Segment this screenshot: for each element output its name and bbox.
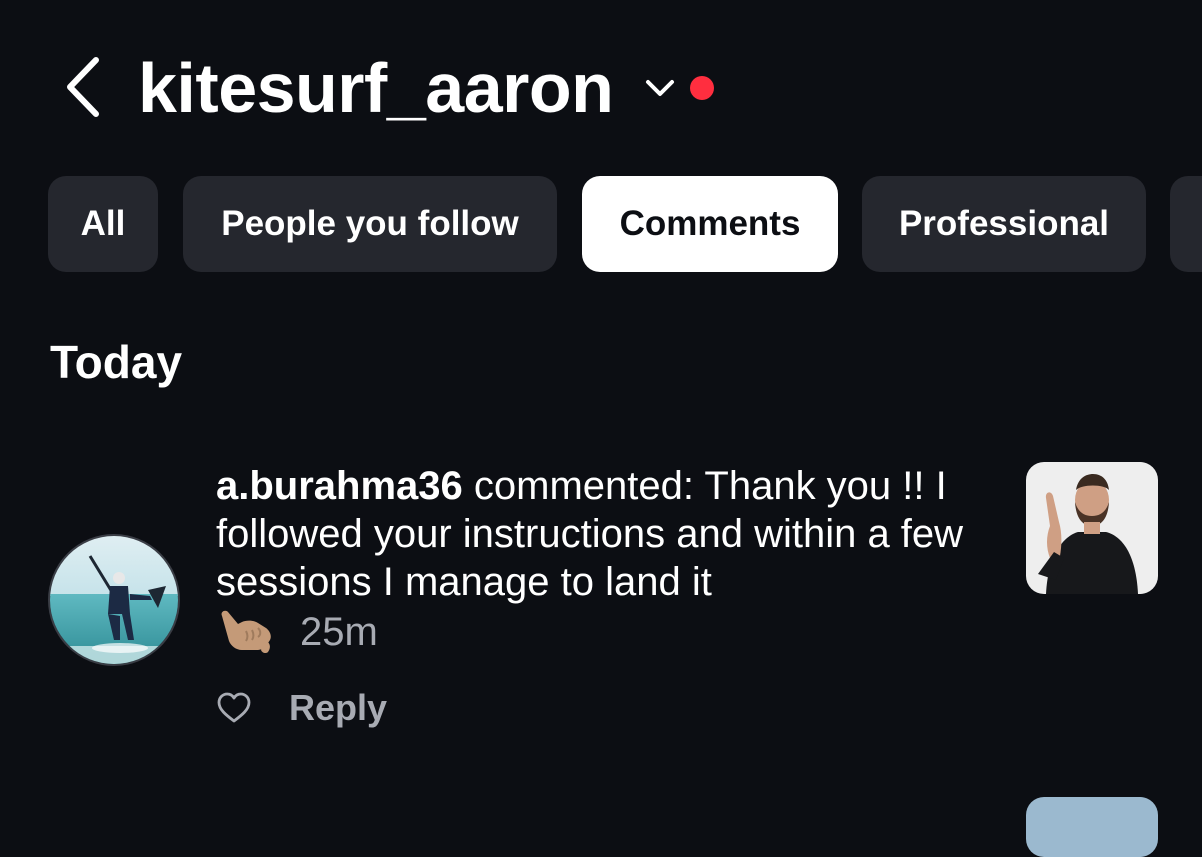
reply-button[interactable]: Reply <box>289 686 387 730</box>
chip-all[interactable]: All <box>48 176 158 272</box>
chip-professional[interactable]: Professional <box>862 176 1146 272</box>
section-title-today: Today <box>50 336 183 388</box>
header: kitesurf_aaron <box>0 0 1202 170</box>
chip-label: Comments <box>619 204 801 243</box>
post-thumbnail-image <box>1026 462 1158 594</box>
notification-time: 25m <box>300 610 378 654</box>
next-item-thumbnail[interactable] <box>1026 797 1158 857</box>
avatar[interactable] <box>48 534 180 666</box>
notification-action: commented: <box>462 464 705 508</box>
notification-text[interactable]: a.burahma36 commented: Thank you !! I fo… <box>216 462 1006 606</box>
chip-comments[interactable]: Comments <box>582 176 838 272</box>
call-me-hand-emoji <box>221 610 271 654</box>
account-title[interactable]: kitesurf_aaron <box>138 48 614 128</box>
back-button[interactable] <box>58 54 110 120</box>
chip-overflow[interactable] <box>1170 176 1202 272</box>
chevron-down-icon <box>646 80 674 96</box>
chip-label: People you follow <box>221 204 519 243</box>
post-thumbnail[interactable] <box>1026 462 1158 594</box>
chip-label: Professional <box>898 204 1110 243</box>
avatar-image <box>50 536 178 664</box>
account-switch-button[interactable] <box>643 77 677 101</box>
chip-people-you-follow[interactable]: People you follow <box>183 176 557 272</box>
unread-dot <box>690 76 714 100</box>
filter-chips: All People you follow Comments Professio… <box>48 176 1202 274</box>
chip-label: All <box>80 204 126 243</box>
heart-outline-icon[interactable] <box>216 690 252 726</box>
notification-username[interactable]: a.burahma36 <box>216 464 463 508</box>
chevron-left-icon <box>67 57 99 117</box>
notification-meta: 25m <box>216 606 516 658</box>
